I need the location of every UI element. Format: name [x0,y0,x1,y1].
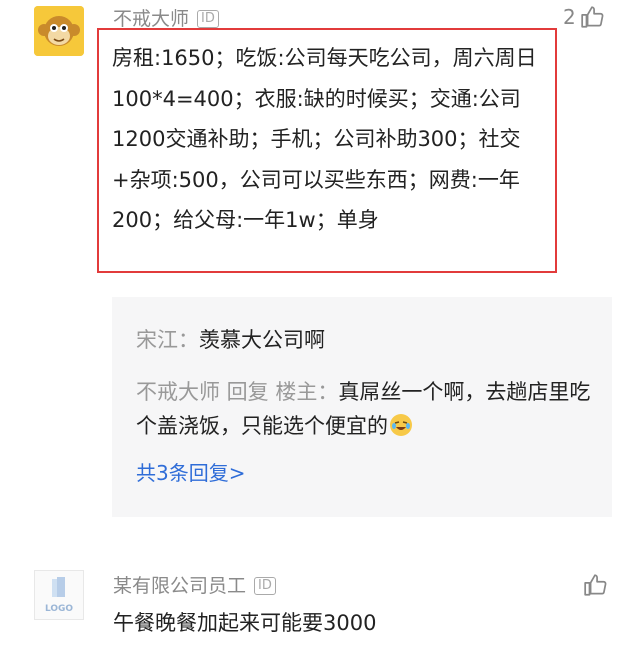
comment-text: 午餐晚餐加起来可能要3000 [113,611,377,635]
reply-panel: 宋江：羡慕大公司啊 不戒大师 回复 楼主：真屌丝一个啊，去趟店里吃个盖浇饭，只能… [112,297,612,517]
reply-item[interactable]: 宋江：羡慕大公司啊 [136,323,596,357]
reply-author[interactable]: 不戒大师 回复 楼主： [136,380,338,404]
comment-header: 某有限公司员工 ID [113,573,276,599]
reply-text: 羡慕大公司啊 [199,328,325,352]
like-button[interactable]: 2 [563,4,606,30]
logo-placeholder-icon: LOGO [45,577,73,614]
avatar-logo-text: LOGO [45,604,73,614]
like-button[interactable] [583,572,609,602]
reply-author[interactable]: 宋江： [136,328,199,352]
laughing-crying-emoji-icon [390,414,412,436]
monkey-face-icon [34,6,84,56]
thumbs-up-icon [584,574,607,596]
thumbs-up-icon [581,6,604,28]
avatar[interactable]: LOGO [34,570,84,620]
reply-item[interactable]: 不戒大师 回复 楼主：真屌丝一个啊，去趟店里吃个盖浇饭，只能选个便宜的 [136,375,596,443]
id-badge: ID [254,577,276,595]
more-replies-link[interactable]: 共3条回复> [136,457,245,486]
like-count: 2 [563,5,576,29]
username[interactable]: 某有限公司员工 [113,573,246,599]
id-badge: ID [197,10,219,28]
comment-text: 房租:1650；吃饭:公司每天吃公司，周六周日100*4=400；衣服:缺的时候… [112,46,537,232]
avatar[interactable] [34,6,84,56]
